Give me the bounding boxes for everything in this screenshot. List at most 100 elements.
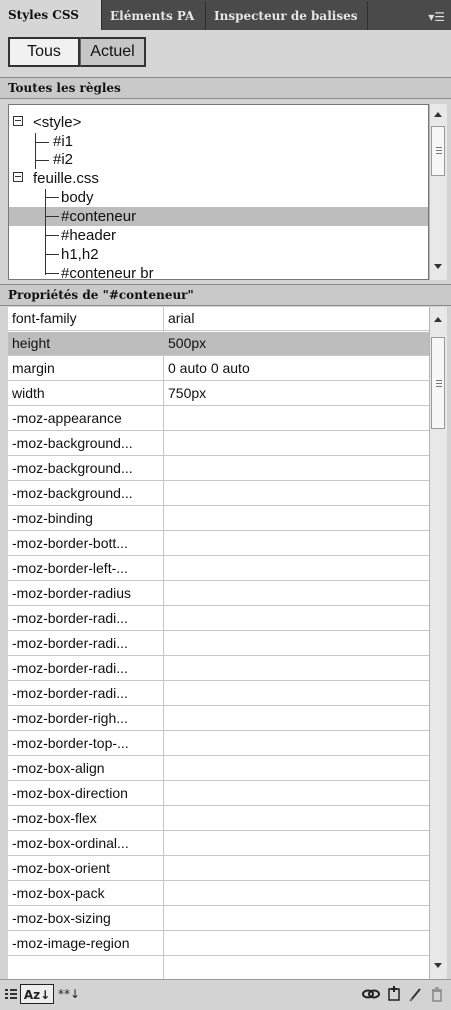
property-value[interactable]: 750px (168, 382, 206, 405)
tree-node-label: #conteneur br (61, 265, 154, 280)
attach-stylesheet-icon (362, 989, 380, 999)
rules-tree-scrollbar[interactable] (429, 104, 447, 280)
property-row[interactable]: -moz-border-radi... (8, 682, 429, 706)
category-view-icon (5, 989, 17, 999)
property-row[interactable]: -moz-background... (8, 432, 429, 456)
scroll-down-icon[interactable] (434, 963, 442, 968)
property-row[interactable]: -moz-box-ordinal... (8, 832, 429, 856)
tree-node-conteneur-br[interactable]: #conteneur br (9, 264, 428, 280)
tab-styles-css[interactable]: Styles CSS (0, 0, 102, 30)
grip-icon (436, 153, 442, 154)
tree-node-body[interactable]: body (9, 188, 428, 207)
property-row[interactable]: -moz-border-radi... (8, 632, 429, 656)
tree-node-header[interactable]: #header (9, 226, 428, 245)
properties-scrollbar[interactable] (429, 307, 447, 979)
tree-connector (45, 235, 59, 236)
property-value[interactable]: arial (168, 307, 194, 330)
rules-section-title: Toutes les règles (0, 77, 451, 99)
show-set-properties-button[interactable]: **↓ (58, 984, 88, 1004)
category-view-icon[interactable] (4, 984, 18, 1004)
property-row[interactable]: -moz-box-align (8, 757, 429, 781)
rules-tree: <style> #i1 #i2 feuille.css body #conten… (8, 104, 429, 280)
scroll-down-icon[interactable] (434, 264, 442, 269)
property-row[interactable]: -moz-border-radi... (8, 607, 429, 631)
property-name: -moz-border-bott... (12, 535, 128, 551)
property-row[interactable]: -moz-box-orient (8, 857, 429, 881)
tree-node-h1h2[interactable]: h1,h2 (9, 245, 428, 264)
property-row[interactable]: -moz-background... (8, 482, 429, 506)
new-css-rule-icon[interactable] (386, 984, 402, 1004)
property-name: -moz-box-direction (12, 785, 128, 801)
property-row[interactable]: -moz-box-flex (8, 807, 429, 831)
property-row[interactable]: font-family arial (8, 307, 429, 331)
edit-style-icon[interactable] (408, 984, 422, 1004)
property-row[interactable]: -moz-box-sizing (8, 907, 429, 931)
tab-tag-inspector[interactable]: Inspecteur de balises (206, 2, 368, 30)
property-row[interactable]: width 750px (8, 382, 429, 406)
tree-node-style[interactable]: <style> (9, 113, 428, 132)
current-mode-button[interactable]: Actuel (80, 37, 146, 67)
css-styles-panel: Styles CSS Eléments PA Inspecteur de bal… (0, 0, 451, 1007)
tree-connector (45, 216, 59, 217)
mode-toolbar: Tous Actuel (0, 30, 451, 76)
scroll-up-icon[interactable] (434, 317, 442, 322)
tree-node-conteneur[interactable]: #conteneur (9, 207, 428, 226)
delete-css-rule-icon[interactable] (430, 984, 444, 1004)
tree-node-label: feuille.css (33, 170, 99, 187)
property-value[interactable]: 500px (168, 332, 206, 355)
panel-menu-icon[interactable]: ▾☰ (428, 10, 451, 30)
property-row[interactable]: -moz-border-righ... (8, 707, 429, 731)
tree-connector (45, 254, 59, 255)
properties-section-title: Propriétés de "#conteneur" (0, 284, 451, 306)
tree-connector (45, 273, 59, 274)
scrollbar-thumb[interactable] (431, 337, 445, 429)
property-row[interactable]: -moz-appearance (8, 407, 429, 431)
property-name: -moz-border-radius (12, 585, 132, 601)
property-name: -moz-border-top-... (12, 735, 129, 751)
property-name: -moz-box-flex (12, 810, 97, 826)
property-row[interactable]: -moz-binding (8, 507, 429, 531)
scrollbar-thumb[interactable] (431, 126, 445, 176)
alphabetical-view-button[interactable]: Az↓ (20, 984, 54, 1004)
tree-connector (45, 189, 46, 275)
tree-node-label: #header (61, 227, 117, 244)
property-name: -moz-box-pack (12, 885, 105, 901)
tree-node-label: body (61, 189, 94, 206)
property-row[interactable]: height 500px (8, 332, 429, 356)
property-row[interactable]: -moz-border-radi... (8, 657, 429, 681)
tree-node-i1[interactable]: #i1 (9, 132, 428, 151)
property-name: -moz-border-left-... (12, 560, 128, 576)
properties-grid: font-family arial height 500px margin 0 auto … (8, 307, 429, 979)
property-name: -moz-box-sizing (12, 910, 111, 926)
all-mode-button[interactable]: Tous (8, 37, 80, 67)
grip-icon (436, 150, 442, 151)
collapse-icon[interactable] (13, 172, 23, 182)
tree-node-i2[interactable]: #i2 (9, 150, 428, 169)
tree-node-label: #conteneur (61, 208, 137, 225)
property-row[interactable]: -moz-border-bott... (8, 532, 429, 556)
property-row[interactable]: -moz-border-top-... (8, 732, 429, 756)
property-row[interactable]: -moz-box-direction (8, 782, 429, 806)
property-name: font-family (12, 310, 77, 326)
tree-node-label: <style> (33, 114, 82, 131)
collapse-icon[interactable] (13, 116, 23, 126)
grip-icon (436, 147, 442, 148)
delete-css-rule-icon (432, 987, 442, 1002)
property-row[interactable]: -moz-image-region (8, 932, 429, 956)
tab-elements-pa[interactable]: Eléments PA (102, 2, 206, 30)
property-name: -moz-background... (12, 435, 133, 451)
new-css-rule-icon (388, 986, 400, 1001)
property-row[interactable]: -moz-border-left-... (8, 557, 429, 581)
property-name: width (12, 385, 45, 401)
property-value[interactable]: 0 auto 0 auto (168, 357, 250, 380)
bottom-toolbar: Az↓ **↓ (0, 979, 451, 1007)
property-name: -moz-border-radi... (12, 610, 128, 626)
tree-connector (45, 197, 59, 198)
property-row[interactable]: -moz-border-radius (8, 582, 429, 606)
attach-stylesheet-icon[interactable] (362, 984, 380, 1004)
property-row[interactable]: -moz-background... (8, 457, 429, 481)
property-row[interactable]: -moz-box-pack (8, 882, 429, 906)
property-row[interactable]: margin 0 auto 0 auto (8, 357, 429, 381)
tree-node-feuille-css[interactable]: feuille.css (9, 169, 428, 188)
scroll-up-icon[interactable] (434, 112, 442, 117)
